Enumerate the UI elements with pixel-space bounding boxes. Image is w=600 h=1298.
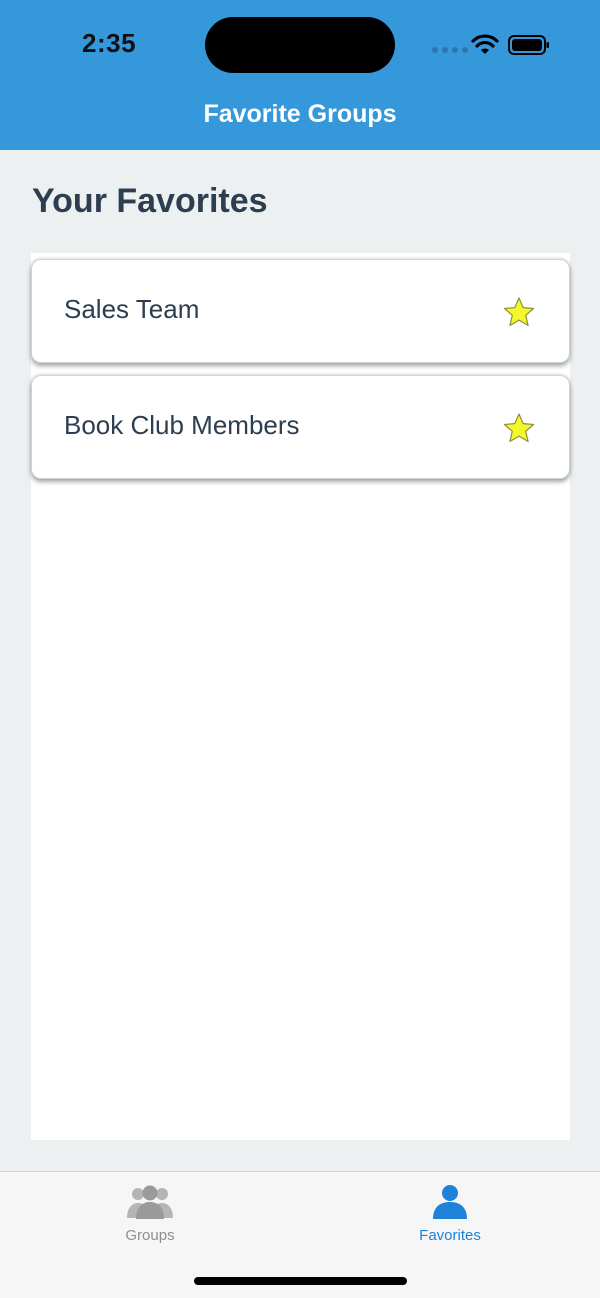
group-icon (127, 1185, 173, 1219)
page-title: Favorite Groups (203, 100, 397, 128)
favorite-card-label: Book Club Members (64, 410, 300, 440)
star-icon[interactable] (503, 296, 535, 328)
status-time: 2:35 (82, 28, 137, 58)
wifi-icon (471, 34, 499, 54)
favorites-screen: 2:35 Favorite Groups Your Favorites Sale… (0, 0, 600, 1298)
section-title: Your Favorites (32, 182, 268, 220)
home-indicator[interactable] (194, 1277, 407, 1285)
tab-label: Groups (125, 1227, 175, 1244)
star-icon[interactable] (503, 412, 535, 444)
battery-icon (508, 35, 549, 55)
favorite-card-book-club-members[interactable]: Book Club Members (31, 375, 570, 479)
header-bar: 2:35 Favorite Groups (0, 0, 600, 150)
favorite-card-sales-team[interactable]: Sales Team (31, 259, 570, 363)
favorite-card-label: Sales Team (64, 294, 200, 324)
dynamic-island (205, 17, 395, 73)
person-icon (433, 1185, 467, 1219)
tab-label: Favorites (419, 1227, 481, 1244)
tab-groups[interactable]: Groups (0, 1172, 300, 1262)
cellular-signal-icon (432, 47, 468, 53)
tab-favorites[interactable]: Favorites (300, 1172, 600, 1262)
